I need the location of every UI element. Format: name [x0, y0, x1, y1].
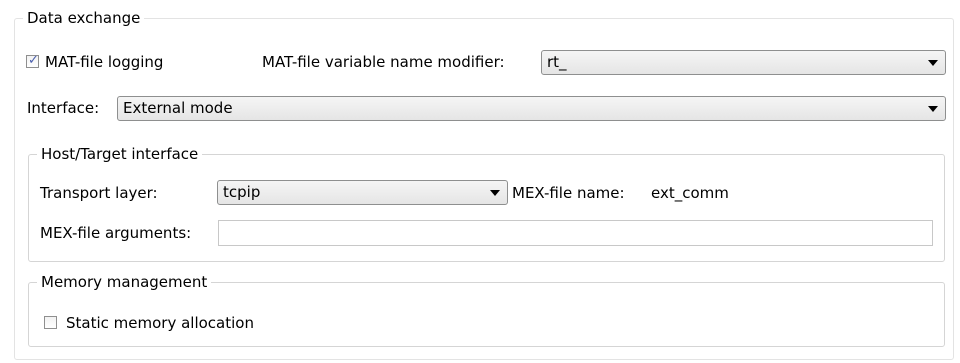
mat-modifier-label: MAT-file variable name modifier: [262, 53, 505, 71]
mat-modifier-value: rt_ [547, 53, 567, 71]
transport-layer-dropdown[interactable]: tcpip [217, 180, 508, 205]
mex-file-arguments-label: MEX-file arguments: [40, 224, 192, 242]
transport-layer-label: Transport layer: [40, 184, 158, 202]
mat-file-logging-checkbox[interactable]: ✓ [26, 53, 39, 68]
mex-file-name-label: MEX-file name: [512, 184, 625, 202]
chevron-down-icon [928, 60, 938, 66]
data-exchange-panel: Data exchange ✓ MAT-file logging MAT-fil… [0, 0, 960, 363]
interface-value: External mode [123, 99, 233, 117]
static-memory-allocation-checkbox[interactable] [44, 316, 57, 329]
mat-file-logging-label[interactable]: MAT-file logging [45, 52, 163, 72]
chevron-down-icon [928, 106, 938, 112]
transport-layer-value: tcpip [223, 183, 261, 201]
checkmark-icon: ✓ [28, 53, 39, 68]
group-title-host-target: Host/Target interface [37, 144, 203, 164]
mex-file-arguments-input[interactable] [219, 221, 932, 245]
group-title-memory: Memory management [37, 272, 212, 292]
chevron-down-icon [490, 190, 500, 196]
mex-file-arguments-field[interactable] [218, 220, 933, 246]
mat-modifier-dropdown[interactable]: rt_ [541, 50, 946, 75]
interface-label: Interface: [27, 99, 100, 117]
group-title-data-exchange: Data exchange [23, 8, 145, 28]
mex-file-name-value: ext_comm [651, 184, 729, 202]
interface-dropdown[interactable]: External mode [117, 96, 946, 121]
static-memory-allocation-label[interactable]: Static memory allocation [66, 313, 254, 333]
